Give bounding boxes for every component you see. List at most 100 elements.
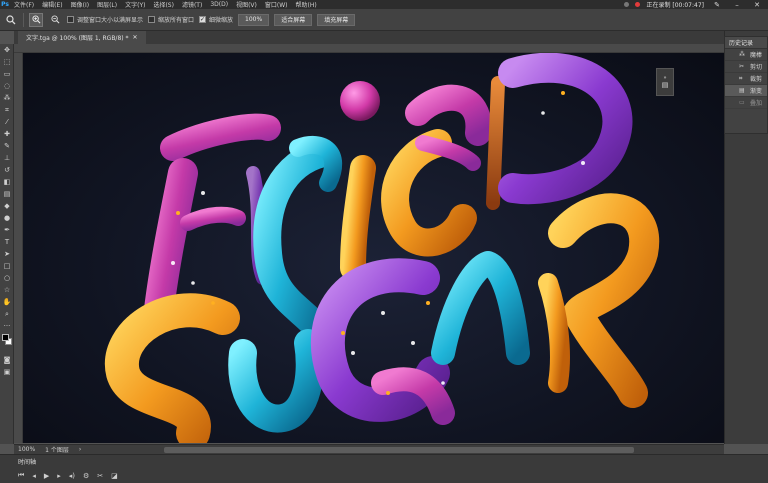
- eyedropper-tool-icon[interactable]: ⁄: [0, 116, 14, 128]
- checkbox-box-checked[interactable]: ✓: [199, 16, 207, 23]
- pen-icon[interactable]: ✎: [710, 1, 724, 9]
- lasso-tool-icon[interactable]: ◌: [0, 80, 14, 92]
- menu-3d[interactable]: 3D(D): [206, 1, 232, 8]
- menu-view[interactable]: 视图(V): [232, 0, 261, 9]
- history-item-label: 裁剪: [750, 76, 763, 83]
- custom-shape-tool-icon[interactable]: ☆: [0, 284, 14, 296]
- path-selection-tool-icon[interactable]: ➤: [0, 248, 14, 260]
- recording-text: 正在录制 [00:07:47]: [646, 2, 704, 9]
- document-tab[interactable]: 文字.tga @ 100% (图层 1, RGB/8) * ✕: [18, 31, 146, 44]
- history-item-active[interactable]: ▤ 渐变: [725, 85, 767, 97]
- record-icon: [624, 2, 630, 7]
- rectangle-tool-icon[interactable]: □: [0, 260, 14, 272]
- eraser-tool-icon[interactable]: ◧: [0, 176, 14, 188]
- menu-image[interactable]: 图像(I): [67, 0, 93, 9]
- history-item-label: 剪切: [750, 64, 763, 71]
- timeline-panel: 时间轴 ⏮ ◂ ▶ ▸ ◂) ⚙ ✂ ◪: [0, 454, 768, 483]
- timeline-controls: ⏮ ◂ ▶ ▸ ◂) ⚙ ✂ ◪: [18, 471, 118, 480]
- resize-windows-checkbox[interactable]: 调整窗口大小以满屏显示: [67, 15, 143, 24]
- pen-tool-icon[interactable]: ✒: [0, 224, 14, 236]
- zoom-level[interactable]: 100%: [18, 446, 35, 453]
- document-icon: ▭: [739, 99, 745, 106]
- play-icon[interactable]: ▶: [44, 472, 49, 480]
- document-info[interactable]: 1 个图层: [45, 445, 69, 454]
- history-item[interactable]: ▭ 叠加: [725, 97, 767, 109]
- menu-layer[interactable]: 图层(L): [93, 0, 121, 9]
- color-swatches[interactable]: [0, 332, 13, 354]
- lettering-artwork-image: [104, 53, 660, 443]
- zoom-out-icon[interactable]: [48, 13, 62, 27]
- timeline-title[interactable]: 时间轴: [18, 457, 36, 466]
- floating-panel-button[interactable]: » ▤: [656, 68, 674, 96]
- menu-select[interactable]: 选择(S): [149, 0, 178, 9]
- crop-tool-icon[interactable]: ⌗: [0, 104, 14, 116]
- menu-window[interactable]: 窗口(W): [261, 0, 292, 9]
- history-item-label: 叠加: [750, 100, 763, 107]
- type-tool-icon[interactable]: T: [0, 236, 14, 248]
- zoom-in-icon[interactable]: [29, 12, 43, 27]
- history-tab[interactable]: 历史记录: [725, 37, 767, 49]
- brush-tool-icon[interactable]: ✎: [0, 140, 14, 152]
- vertical-ruler: [14, 53, 23, 443]
- minimize-icon[interactable]: –: [730, 1, 744, 9]
- zoom-tool-icon[interactable]: [4, 13, 18, 27]
- blur-tool-icon[interactable]: ◆: [0, 200, 14, 212]
- magic-wand-tool-icon[interactable]: ⁂: [0, 92, 14, 104]
- next-frame-icon[interactable]: ▸: [57, 472, 61, 480]
- crop-icon: ⌗: [739, 74, 743, 82]
- move-tool-icon[interactable]: ✥: [0, 44, 14, 56]
- menu-type[interactable]: 文字(Y): [121, 0, 149, 9]
- first-frame-icon[interactable]: ⏮: [18, 471, 24, 480]
- history-panel-icon[interactable]: ▤: [662, 81, 669, 89]
- history-item[interactable]: ✂ 剪切: [725, 61, 767, 73]
- menu-bar: Ps 文件(F) 编辑(E) 图像(I) 图层(L) 文字(Y) 选择(S) 滤…: [0, 0, 768, 9]
- close-tab-icon[interactable]: ✕: [133, 34, 138, 41]
- pink-ball-image: [340, 81, 380, 121]
- healing-brush-tool-icon[interactable]: ✚: [0, 128, 14, 140]
- divider: [23, 12, 24, 27]
- scrubby-zoom-checkbox[interactable]: ✓ 细微缩放: [199, 15, 233, 24]
- checkbox-box[interactable]: [67, 16, 74, 23]
- audio-icon[interactable]: ◂): [69, 472, 75, 480]
- quick-mask-icon[interactable]: ◙: [0, 354, 14, 366]
- document-tab-title: 文字.tga @ 100% (图层 1, RGB/8) *: [26, 35, 129, 42]
- status-bar: 100% 1 个图层 ›: [14, 444, 724, 454]
- history-brush-tool-icon[interactable]: ↺: [0, 164, 14, 176]
- dodge-tool-icon[interactable]: ●: [0, 212, 14, 224]
- history-item[interactable]: ⌗ 裁剪: [725, 73, 767, 85]
- menu-help[interactable]: 帮助(H): [292, 0, 321, 9]
- artboard-tool-icon[interactable]: ⬚: [0, 56, 14, 68]
- gradient-tool-icon[interactable]: ▤: [0, 188, 14, 200]
- ellipse-tool-icon[interactable]: ○: [0, 272, 14, 284]
- transition-icon[interactable]: ◪: [111, 472, 118, 480]
- cut-icon: ✂: [739, 63, 745, 70]
- toolbox: ✥ ⬚ ▭ ◌ ⁂ ⌗ ⁄ ✚ ✎ ⊥ ↺ ◧ ▤ ◆ ● ✒ T ➤ □ ○ …: [0, 44, 14, 444]
- checkbox-box[interactable]: [148, 16, 156, 23]
- resize-windows-label: 调整窗口大小以满屏显示: [77, 17, 144, 24]
- marquee-tool-icon[interactable]: ▭: [0, 68, 14, 80]
- zoom-all-windows-checkbox[interactable]: 缩放所有窗口: [148, 15, 194, 24]
- menu-file[interactable]: 文件(F): [10, 0, 38, 9]
- recording-indicator: 正在录制 [00:07:47] ✎ – ✕: [624, 0, 768, 9]
- hand-tool-icon[interactable]: ✋: [0, 296, 14, 308]
- split-icon[interactable]: ✂: [97, 472, 103, 480]
- clone-stamp-tool-icon[interactable]: ⊥: [0, 152, 14, 164]
- history-item[interactable]: ⁂ 魔棒: [725, 49, 767, 61]
- menu-filter[interactable]: 滤镜(T): [178, 0, 206, 9]
- options-bar: 调整窗口大小以满屏显示 缩放所有窗口 ✓ 细微缩放 100% 适合屏幕 填充屏幕: [0, 9, 768, 31]
- horizontal-scrollbar[interactable]: [164, 447, 634, 453]
- canvas-artwork[interactable]: [23, 53, 724, 443]
- gradient-icon: ▤: [739, 87, 745, 94]
- prev-frame-icon[interactable]: ◂: [32, 472, 36, 480]
- foreground-color-swatch[interactable]: [2, 334, 9, 341]
- menu-edit[interactable]: 编辑(E): [38, 0, 66, 9]
- fill-screen-button[interactable]: 填充屏幕: [317, 13, 356, 26]
- more-tools-icon[interactable]: ···: [0, 320, 14, 332]
- zoom-100-button[interactable]: 100%: [238, 13, 270, 26]
- zoom-tool-box-icon[interactable]: ⌕: [0, 308, 14, 320]
- settings-icon[interactable]: ⚙: [83, 472, 89, 480]
- close-icon[interactable]: ✕: [750, 1, 764, 9]
- screen-mode-icon[interactable]: ▣: [0, 366, 14, 378]
- fit-screen-button[interactable]: 适合屏幕: [274, 13, 313, 26]
- status-arrow-icon[interactable]: ›: [79, 446, 81, 453]
